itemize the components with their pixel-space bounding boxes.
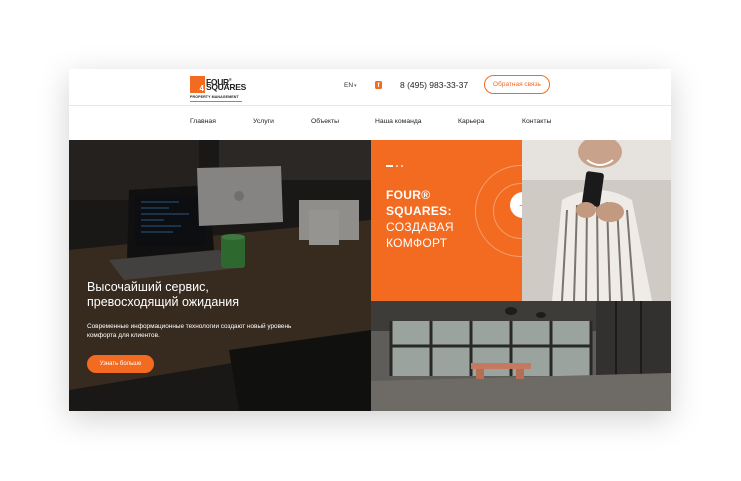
woman-phone-photo <box>522 140 671 301</box>
woman-with-phone-illustration <box>522 140 671 301</box>
logo[interactable]: 4 FOUR® SQUARES PROPERTY MANAGEMENT <box>190 74 246 102</box>
slide-title-line: FOUR® <box>386 188 431 202</box>
nav-item-services[interactable]: Услуги <box>253 118 274 125</box>
hero-description: Современные информационные технологии со… <box>87 323 292 339</box>
learn-more-button[interactable]: Узнать больше <box>87 355 154 373</box>
logo-underline <box>190 101 242 102</box>
language-label: EN <box>344 82 354 89</box>
callback-button[interactable]: Обратная связь <box>484 75 550 94</box>
logo-number: 4 <box>199 84 204 93</box>
hero-section: Высочайший сервис, превосходящий ожидани… <box>69 140 671 411</box>
website-frame: 4 FOUR® SQUARES PROPERTY MANAGEMENT EN▾ … <box>69 69 671 411</box>
nav-item-career[interactable]: Карьера <box>458 118 484 125</box>
logo-square: 4 <box>190 76 205 93</box>
slider-dot[interactable] <box>401 164 403 167</box>
hero-office-photo: Высочайший сервис, превосходящий ожидани… <box>69 140 371 411</box>
site-header: 4 FOUR® SQUARES PROPERTY MANAGEMENT EN▾ … <box>69 69 671 105</box>
nav-item-home[interactable]: Главная <box>190 118 216 125</box>
nav-item-objects[interactable]: Объекты <box>311 118 339 125</box>
nav-item-contacts[interactable]: Контакты <box>522 118 551 125</box>
logo-word-squares: SQUARES <box>206 82 246 92</box>
slider-dot[interactable] <box>396 164 398 167</box>
slide-title: FOUR® SQUARES: СОЗДАВАЯ КОМФОРТ <box>386 187 496 251</box>
hero-title: Высочайший сервис, превосходящий ожидани… <box>87 280 240 309</box>
phone-number[interactable]: 8 (495) 983-33-37 <box>400 80 468 90</box>
slide-title-line: СОЗДАВАЯ <box>386 220 454 234</box>
slider-dot-active[interactable] <box>386 164 393 167</box>
nav-item-team[interactable]: Наша команда <box>375 118 422 125</box>
logo-subtitle: PROPERTY MANAGEMENT <box>190 95 239 99</box>
slider-dots[interactable] <box>386 157 406 175</box>
language-selector[interactable]: EN▾ <box>344 82 357 89</box>
slide-title-line: SQUARES: <box>386 204 452 218</box>
office-interior-photo <box>371 301 671 411</box>
facebook-icon[interactable]: f <box>375 81 382 89</box>
main-nav: Главная Услуги Объекты Наша команда Карь… <box>69 106 671 140</box>
office-interior-illustration <box>371 301 671 411</box>
slide-panel: FOUR® SQUARES: СОЗДАВАЯ КОМФОРТ → <box>371 140 522 301</box>
slide-title-line: КОМФОРТ <box>386 236 448 250</box>
chevron-down-icon: ▾ <box>354 83 357 89</box>
